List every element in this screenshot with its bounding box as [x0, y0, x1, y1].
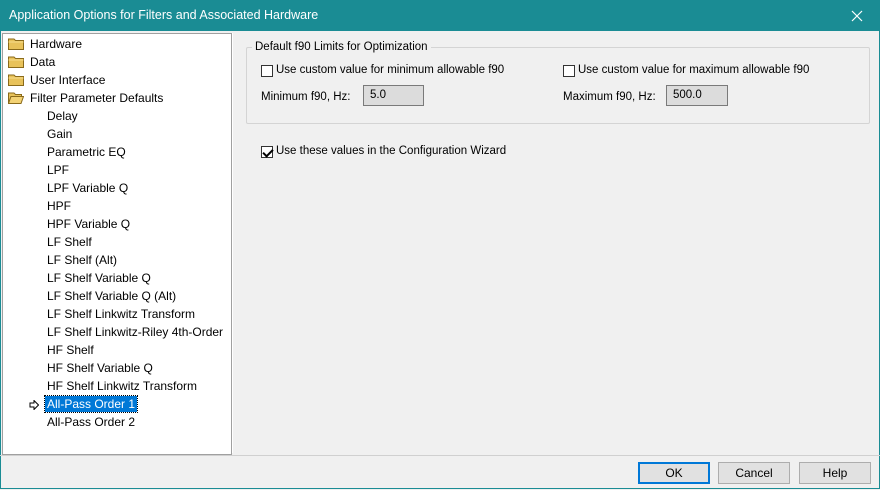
tree-label: LF Shelf Linkwitz-Riley 4th-Order	[47, 325, 224, 339]
title-bar: Application Options for Filters and Asso…	[0, 0, 880, 31]
tree-label: LPF	[47, 163, 70, 177]
close-icon	[851, 10, 863, 21]
open-folder-icon	[8, 92, 24, 104]
footer-divider	[0, 455, 880, 456]
tree-label: HF Shelf	[47, 343, 94, 357]
wizard-label: Use these values in the Configuration Wi…	[276, 145, 507, 157]
min-custom-checkbox[interactable]	[261, 65, 273, 77]
min-f90-label: Minimum f90, Hz:	[261, 91, 351, 103]
ok-button[interactable]: OK	[638, 462, 710, 484]
tree-label: HPF Variable Q	[47, 217, 131, 231]
tree-label: LF Shelf	[47, 235, 92, 249]
tree-label: LF Shelf Variable Q (Alt)	[47, 289, 177, 303]
tree-label: Data	[30, 55, 56, 69]
tree-label: HF Shelf Linkwitz Transform	[47, 379, 198, 393]
tree-label: LPF Variable Q	[47, 181, 129, 195]
wizard-checkbox[interactable]	[261, 146, 273, 158]
tree-label: Hardware	[30, 37, 83, 51]
close-button[interactable]	[834, 0, 880, 31]
f90-limits-group	[246, 47, 870, 124]
tree-label: Delay	[47, 109, 78, 123]
tree-label: All-Pass Order 2	[47, 415, 136, 429]
help-button[interactable]: Help	[799, 462, 871, 484]
cancel-button[interactable]: Cancel	[718, 462, 790, 484]
tree-label: Gain	[47, 127, 73, 141]
tree-label: All-Pass Order 1	[43, 395, 139, 413]
min-custom-label: Use custom value for minimum allowable f…	[276, 64, 505, 76]
tree-label: Parametric EQ	[47, 145, 126, 159]
tree-label: User Interface	[30, 73, 106, 87]
folder-icon	[8, 38, 24, 50]
window-title: Application Options for Filters and Asso…	[9, 8, 319, 22]
max-f90-field[interactable]: 500.0	[666, 85, 728, 106]
max-f90-label: Maximum f90, Hz:	[563, 91, 656, 103]
current-item-arrow-icon	[29, 400, 39, 410]
tree-label: LF Shelf Linkwitz Transform	[47, 307, 196, 321]
tree-label: Filter Parameter Defaults	[30, 91, 164, 105]
tree-label: HF Shelf Variable Q	[47, 361, 153, 375]
options-tree[interactable]: Hardware Data User Interface Filter Para…	[2, 33, 232, 455]
min-f90-field[interactable]: 5.0	[363, 85, 424, 106]
tree-label: HPF	[47, 199, 71, 213]
group-title: Default f90 Limits for Optimization	[252, 41, 431, 53]
max-custom-label: Use custom value for maximum allowable f…	[578, 64, 810, 76]
tree-label: LF Shelf (Alt)	[47, 253, 118, 267]
max-custom-checkbox[interactable]	[563, 65, 575, 77]
folder-icon	[8, 56, 24, 68]
tree-label: LF Shelf Variable Q	[47, 271, 151, 285]
folder-icon	[8, 74, 24, 86]
